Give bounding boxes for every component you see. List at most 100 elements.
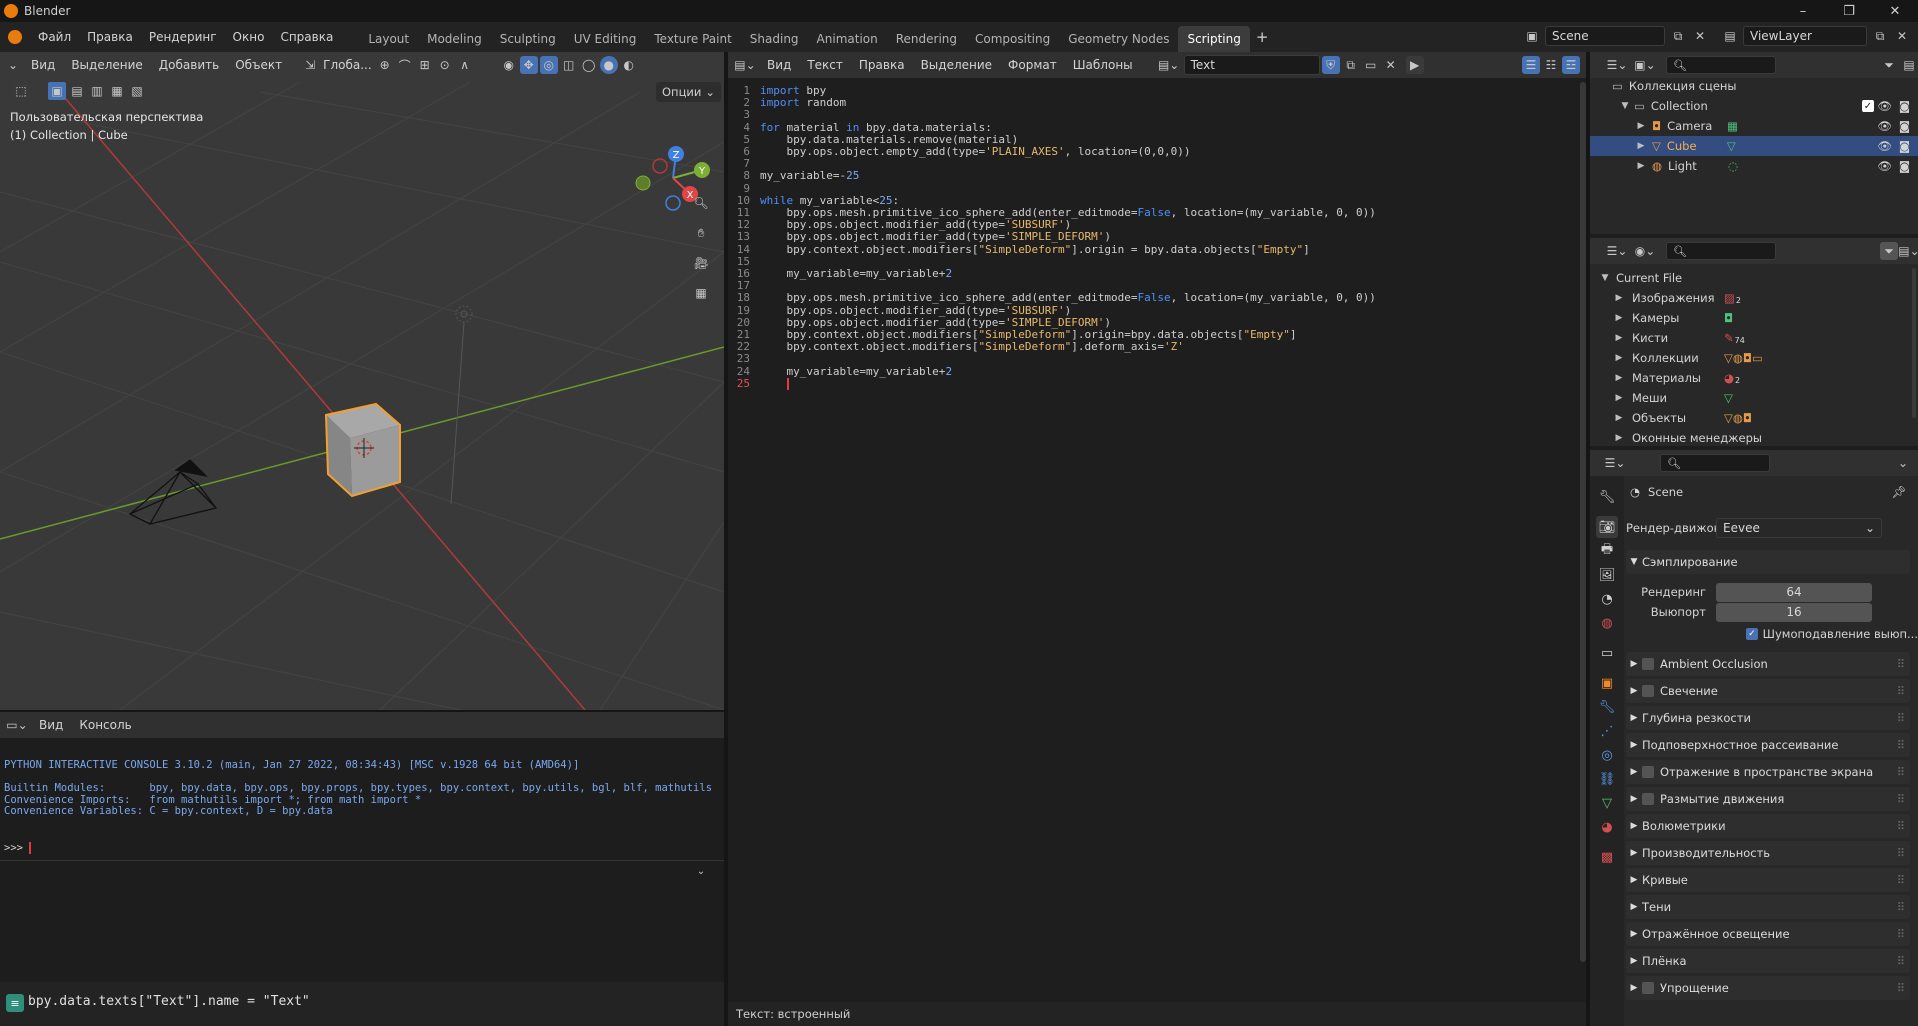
fileview-item[interactable]: ▶ Кисти ✎ 74 <box>1590 328 1918 348</box>
properties-search-input[interactable]: 🔍︎ <box>1660 454 1770 472</box>
proportional-edit-icon[interactable]: ⊙ <box>436 56 454 74</box>
text-menu-format[interactable]: Формат <box>1001 52 1064 78</box>
python-console[interactable]: ▭⌄ Вид Консоль PYTHON INTERACTIVE CONSOL… <box>0 712 724 980</box>
properties-panel[interactable]: ▶ Отражённое освещение ⠿ <box>1626 922 1910 946</box>
material-shading-icon[interactable]: ◐ <box>620 56 638 74</box>
code-line[interactable]: import bpy <box>760 84 826 97</box>
text-menu-view[interactable]: Вид <box>760 52 798 78</box>
properties-panel[interactable]: ▶ Тени ⠿ <box>1626 895 1910 919</box>
viewport-samples-field[interactable]: 16 <box>1716 602 1872 622</box>
console-collapse-icon[interactable]: ⌄ <box>692 862 710 880</box>
fileview-display-mode-icon[interactable]: ◉⌄ <box>1632 242 1658 260</box>
code-line[interactable]: bpy.data.materials.remove(material) <box>760 133 1018 146</box>
viewport-menu-add[interactable]: Добавить <box>152 52 226 78</box>
texture-tab-icon[interactable]: ▩ <box>1596 846 1618 868</box>
fileview-filter-icon[interactable]: ⏷ <box>1880 242 1898 260</box>
pin-icon[interactable]: 📌︎ <box>1891 485 1906 499</box>
expand-triangle-icon[interactable]: ▶ <box>1634 161 1648 171</box>
expand-triangle-icon[interactable]: ▶ <box>1612 433 1626 443</box>
menu-file[interactable]: Файл <box>30 22 79 52</box>
drag-handle-icon[interactable]: ⠿ <box>1897 765 1906 779</box>
editor-type-icon[interactable]: ⌄ <box>4 56 22 74</box>
fileview-item[interactable]: ▶ Материалы ◕ 2 <box>1590 368 1918 388</box>
expand-triangle-icon[interactable]: ▶ <box>1612 293 1626 303</box>
visibility-eye-icon[interactable]: 👁︎ <box>1877 139 1892 153</box>
workspace-tab-rendering[interactable]: Rendering <box>887 26 966 52</box>
expand-triangle-icon[interactable]: ▶ <box>1612 333 1626 343</box>
pan-hand-icon[interactable]: ✋︎ <box>690 222 712 244</box>
panel-expand-icon[interactable]: ▶ <box>1626 848 1642 858</box>
code-line[interactable]: bpy.context.object.modifiers["SimpleDefo… <box>760 328 1296 341</box>
open-text-icon[interactable]: ▭ <box>1362 56 1380 74</box>
render-camera-icon[interactable]: ◙ <box>1899 99 1910 113</box>
display-mode-icon[interactable]: ▣⌄ <box>1632 56 1658 74</box>
expand-triangle-icon[interactable]: ▼ <box>1598 273 1612 283</box>
text-browse-icon[interactable]: ▤⌄ <box>1156 56 1182 74</box>
render-tab-icon[interactable]: 📷︎ <box>1596 516 1618 538</box>
console-menu-view[interactable]: Вид <box>32 712 70 738</box>
code-line[interactable]: import random <box>760 96 846 109</box>
fileview-item[interactable]: ▶ Изображения ▨ 2 <box>1590 288 1918 308</box>
snap-target-icon[interactable]: ⊞ <box>416 56 434 74</box>
panel-expand-icon[interactable]: ▶ <box>1626 767 1642 777</box>
viewlayer-selector[interactable]: ViewLayer <box>1743 26 1867 46</box>
blender-file-view[interactable]: ☰⌄ ◉⌄ 🔍︎ ⏷ ▤⌄ ▼ Current File ▶ Изображени… <box>1590 238 1918 446</box>
text-editor[interactable]: ▤⌄ Вид Текст Правка Выделение Формат Шаб… <box>728 52 1586 1026</box>
ortho-grid-icon[interactable]: ▦ <box>690 282 712 304</box>
new-scene-icon[interactable]: ⧉ <box>1669 27 1687 45</box>
drag-handle-icon[interactable]: ⠿ <box>1897 819 1906 833</box>
light-data-icon[interactable]: ◌ <box>1728 159 1738 173</box>
world-tab-icon[interactable]: ◍ <box>1596 612 1618 634</box>
fileview-search-input[interactable]: 🔍︎ <box>1666 242 1776 260</box>
delete-scene-icon[interactable]: ✕ <box>1691 27 1709 45</box>
drag-handle-icon[interactable]: ⠿ <box>1897 684 1906 698</box>
properties-panel[interactable]: ▶ Размытие движения ⠿ <box>1626 787 1910 811</box>
pivot-icon[interactable]: ⊕ <box>376 56 394 74</box>
expand-triangle-icon[interactable]: ▶ <box>1612 393 1626 403</box>
properties-panel[interactable]: ▶ Отражение в пространстве экрана ⠿ <box>1626 760 1910 784</box>
outliner-filter-icon[interactable]: ⏷ <box>1880 56 1898 74</box>
scene-collection-row[interactable]: ▭ Коллекция сцены <box>1590 76 1918 96</box>
3d-viewport[interactable]: Z Y X ⌄ Вид Выделение Добавить Объект ⇲ … <box>0 52 724 710</box>
drag-handle-icon[interactable]: ⠿ <box>1897 792 1906 806</box>
expand-triangle-icon[interactable]: ▶ <box>1612 413 1626 423</box>
panel-expand-icon[interactable]: ▶ <box>1626 713 1642 723</box>
panel-enable-checkbox[interactable] <box>1642 793 1654 805</box>
text-menu-edit[interactable]: Правка <box>852 52 912 78</box>
drag-handle-icon[interactable]: ⠿ <box>1897 873 1906 887</box>
viewport-menu-view[interactable]: Вид <box>24 52 62 78</box>
menu-render[interactable]: Рендеринг <box>141 22 225 52</box>
code-line[interactable]: bpy.context.object.modifiers["SimpleDefo… <box>760 243 1309 256</box>
workspace-tab-texture-paint[interactable]: Texture Paint <box>645 26 740 52</box>
tool-tab-icon[interactable]: 🔧︎ <box>1596 486 1618 508</box>
code-area[interactable]: 1 import bpy 2 import random 3 4 for material … <box>728 78 1576 1002</box>
code-line[interactable]: for material in bpy.data.materials: <box>760 121 992 134</box>
panel-enable-checkbox[interactable] <box>1642 658 1654 670</box>
viewport-denoise-checkbox[interactable]: ✓ <box>1746 628 1758 640</box>
minimize-button[interactable]: – <box>1780 0 1826 22</box>
outliner-search-input[interactable]: 🔍︎ <box>1666 56 1776 74</box>
wireframe-shading-icon[interactable]: ◯ <box>580 56 598 74</box>
drag-handle-icon[interactable]: ⠿ <box>1897 711 1906 725</box>
maximize-button[interactable]: ❐ <box>1826 0 1872 22</box>
viewlayer-browse-icon[interactable]: ▤ <box>1721 27 1739 45</box>
camera-view-icon[interactable]: 🎥︎ <box>690 252 712 274</box>
expand-triangle-icon[interactable]: ▶ <box>1634 121 1648 131</box>
render-engine-select[interactable]: Eevee ⌄ <box>1716 518 1882 538</box>
text-menu-templates[interactable]: Шаблоны <box>1066 52 1140 78</box>
add-workspace-button[interactable]: + <box>1250 22 1275 52</box>
properties-panel[interactable]: ▶ Упрощение ⠿ <box>1626 976 1910 1000</box>
snap-icon[interactable]: ⌒ <box>396 56 414 74</box>
fileview-purge-icon[interactable]: ▤⌄ <box>1898 242 1918 260</box>
properties-panel[interactable]: ▶ Ambient Occlusion ⠿ <box>1626 652 1910 676</box>
properties-panel[interactable]: ▶ Глубина резкости ⠿ <box>1626 706 1910 730</box>
viewport-options-button[interactable]: Опции ⌄ <box>656 82 721 102</box>
workspace-tab-compositing[interactable]: Compositing <box>966 26 1059 52</box>
text-menu-select[interactable]: Выделение <box>914 52 999 78</box>
drag-handle-icon[interactable]: ⠿ <box>1897 846 1906 860</box>
panel-expand-icon[interactable]: ▶ <box>1626 794 1642 804</box>
collection-tab-icon[interactable]: ▭ <box>1596 642 1618 664</box>
word-wrap-toggle-icon[interactable]: ☷ <box>1542 56 1560 74</box>
object-tab-icon[interactable]: ▣ <box>1596 672 1618 694</box>
expand-triangle-icon[interactable]: ▶ <box>1634 141 1648 151</box>
